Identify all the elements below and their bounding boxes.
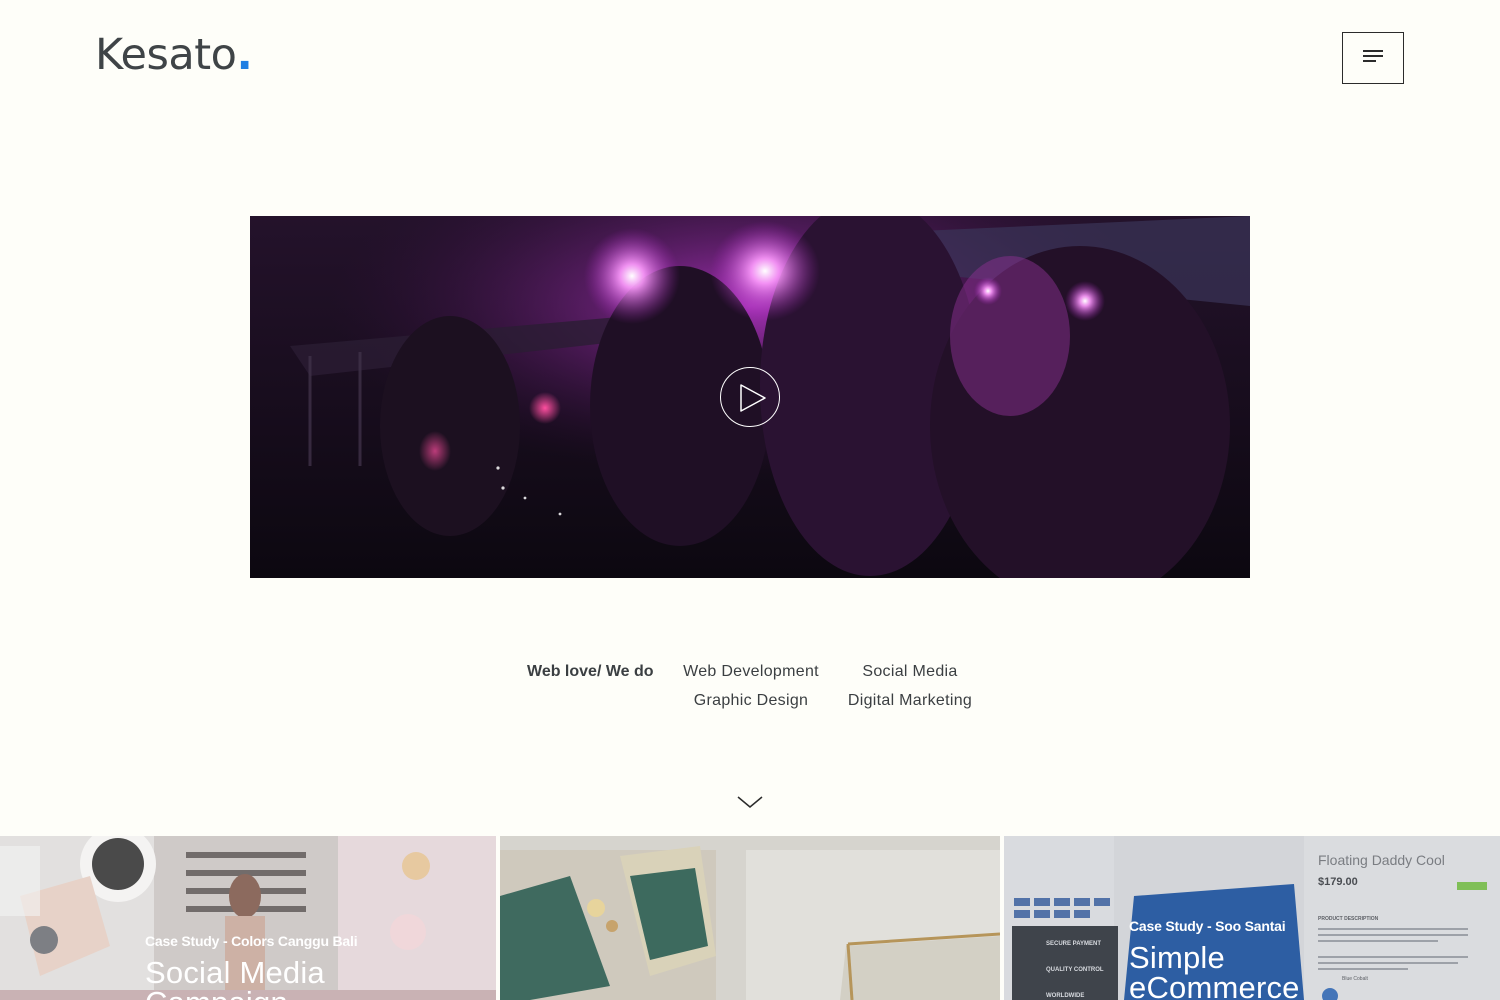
logo[interactable]: Kesato. [95, 34, 253, 77]
play-button[interactable] [720, 367, 780, 427]
case-study-kicker: Case Study - Colors Canggu Bali [145, 933, 358, 949]
case-study-tile-branding[interactable] [500, 836, 1000, 1000]
mock-quality-control: QUALITY CONTROL [1046, 967, 1104, 973]
tile-image-print [500, 836, 1000, 1000]
mock-description-label: PRODUCT DESCRIPTION [1318, 916, 1379, 922]
mock-worldwide: WORLDWIDE [1046, 993, 1085, 999]
services-label: Web love/ We do [527, 663, 654, 680]
menu-button[interactable] [1342, 32, 1404, 84]
hamburger-icon [1363, 50, 1385, 66]
chevron-down-icon [737, 796, 763, 808]
mock-product-name: Floating Daddy Cool [1318, 852, 1445, 868]
mock-product-price: $179.00 [1318, 876, 1358, 888]
case-study-title: Simple eCommerce [1129, 940, 1300, 1000]
case-study-title: Social Media Campaign [145, 955, 325, 1000]
scroll-down-button[interactable] [735, 793, 765, 811]
mock-color-label: Blue Cobalt [1342, 976, 1368, 982]
case-study-title-line2: eCommerce [1129, 970, 1300, 1000]
hero-video[interactable] [250, 216, 1250, 578]
case-study-grid: Case Study - Colors Canggu Bali Social M… [0, 836, 1500, 1000]
service-social-media: Social Media [862, 663, 958, 680]
logo-text: Kesato [95, 30, 237, 80]
service-graphic-design: Graphic Design [693, 692, 809, 709]
case-study-kicker: Case Study - Soo Santai [1129, 918, 1286, 934]
case-study-tile-soo-santai[interactable]: Floating Daddy Cool $179.00 PRODUCT DESC… [1004, 836, 1500, 1000]
service-web-development: Web Development [683, 663, 819, 680]
case-study-tile-colors[interactable]: Case Study - Colors Canggu Bali Social M… [0, 836, 496, 1000]
case-study-title-line1: Social Media [145, 955, 325, 990]
case-study-title-line1: Simple [1129, 940, 1225, 975]
service-digital-marketing: Digital Marketing [847, 692, 973, 709]
logo-dot: . [236, 30, 253, 80]
mock-secure-payment: SECURE PAYMENT [1046, 941, 1102, 947]
play-icon [740, 384, 766, 412]
